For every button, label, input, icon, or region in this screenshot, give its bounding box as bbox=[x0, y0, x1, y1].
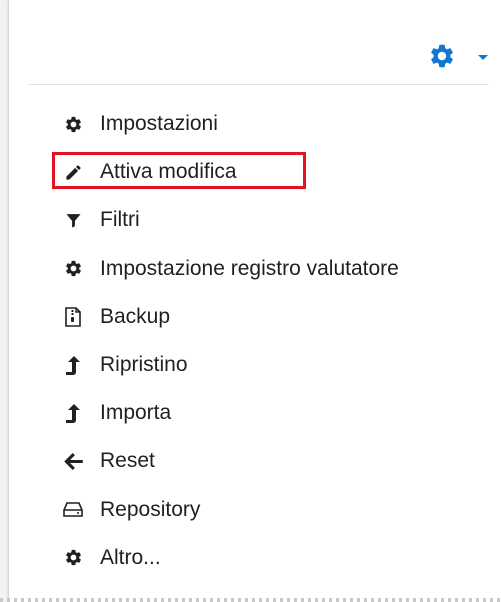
menu-item-ripristino[interactable]: Ripristino bbox=[29, 341, 489, 389]
gear-icon bbox=[63, 114, 83, 134]
menu-item-label: Repository bbox=[100, 497, 201, 521]
bottom-edge-divider bbox=[0, 598, 501, 602]
menu-item-backup[interactable]: Backup bbox=[29, 293, 489, 341]
panel-header bbox=[9, 0, 501, 84]
arrow-left-icon bbox=[63, 451, 83, 471]
hdd-icon bbox=[63, 500, 83, 520]
menu-item-impostazioni[interactable]: Impostazioni bbox=[29, 100, 489, 148]
menu-item-impostazione-registro-valutatore[interactable]: Impostazione registro valutatore bbox=[29, 245, 489, 293]
menu-item-reset[interactable]: Reset bbox=[29, 437, 489, 485]
course-admin-panel: Impostazioni Attiva modifica Filtri Impo… bbox=[8, 0, 501, 602]
menu-item-label: Impostazione registro valutatore bbox=[100, 256, 399, 280]
gear-icon bbox=[63, 548, 83, 568]
menu-item-repository[interactable]: Repository bbox=[29, 486, 489, 534]
menu-item-label: Backup bbox=[100, 304, 171, 328]
gear-icon bbox=[63, 259, 83, 279]
level-up-icon bbox=[63, 355, 83, 375]
gear-icon bbox=[428, 42, 456, 70]
caret-down-icon bbox=[478, 54, 488, 60]
menu-item-label: Reset bbox=[100, 449, 155, 473]
menu-item-label: Altro... bbox=[100, 545, 161, 569]
menu-item-label: Importa bbox=[100, 401, 172, 425]
level-up-icon bbox=[63, 403, 83, 423]
menu-item-filtri[interactable]: Filtri bbox=[29, 196, 489, 244]
filter-icon bbox=[63, 210, 83, 230]
menu-item-altro[interactable]: Altro... bbox=[29, 534, 489, 582]
menu-item-label: Impostazioni bbox=[100, 112, 218, 136]
file-archive-icon bbox=[63, 307, 83, 327]
menu-item-importa[interactable]: Importa bbox=[29, 389, 489, 437]
menu-item-label: Attiva modifica bbox=[100, 160, 237, 184]
menu-item-label: Filtri bbox=[100, 208, 140, 232]
menu-item-attiva-modifica[interactable]: Attiva modifica bbox=[29, 148, 489, 196]
settings-dropdown-toggle[interactable] bbox=[428, 42, 488, 70]
pencil-icon bbox=[63, 162, 83, 182]
admin-menu: Impostazioni Attiva modifica Filtri Impo… bbox=[29, 84, 489, 582]
menu-item-label: Ripristino bbox=[100, 353, 188, 377]
